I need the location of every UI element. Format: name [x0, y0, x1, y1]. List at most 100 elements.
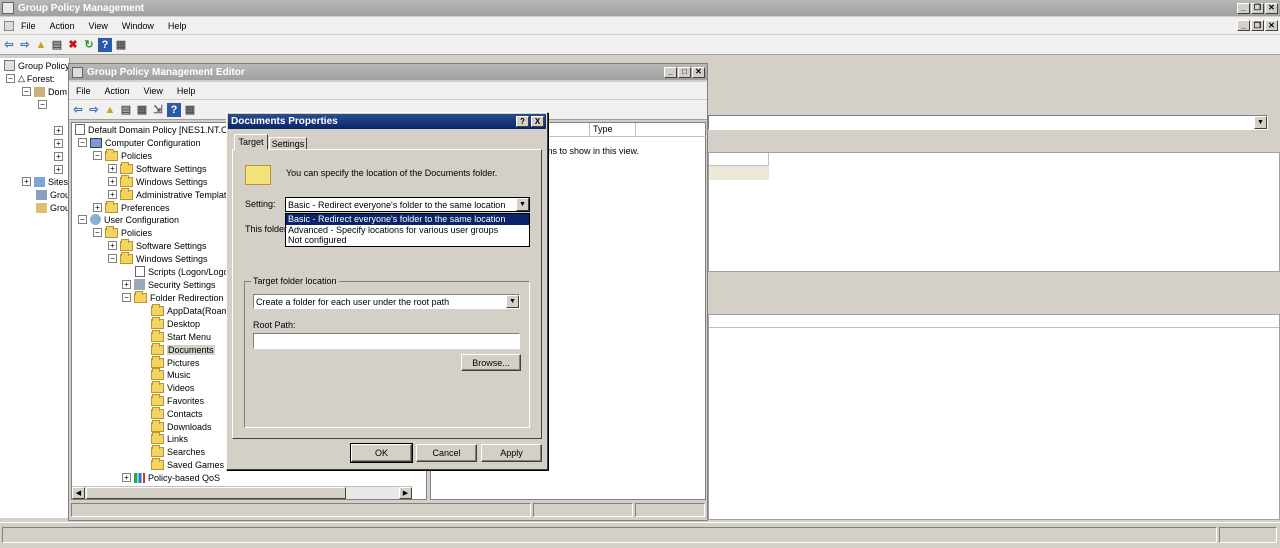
tree-item-user-configuration[interactable]: − User Configuration — [78, 213, 179, 226]
menu-window[interactable]: Window — [115, 21, 161, 31]
tree-item-windows-settings[interactable]: + Windows Settings — [108, 174, 208, 188]
dropdown-arrow-icon[interactable]: ▼ — [516, 198, 529, 211]
editor-minimize-button[interactable]: _ — [664, 66, 677, 78]
setting-dropdown[interactable]: Basic - Redirect everyone's folder to th… — [285, 197, 530, 212]
close-button[interactable]: ✕ — [1265, 2, 1278, 14]
main-tree-item[interactable]: + — [54, 124, 66, 137]
menu-help[interactable]: Help — [161, 21, 194, 31]
expand-icon[interactable]: + — [54, 139, 63, 148]
dialog-help-button[interactable]: ? — [516, 116, 529, 127]
target-dropdown[interactable]: Create a folder for each user under the … — [253, 294, 520, 309]
editor-close-button[interactable]: ✕ — [692, 66, 705, 78]
main-tree-item[interactable]: Grou — [36, 188, 70, 201]
expand-icon[interactable]: + — [122, 473, 131, 482]
cancel-button[interactable]: Cancel — [416, 444, 477, 462]
collapse-icon[interactable]: − — [22, 87, 31, 96]
apply-button[interactable]: Apply — [481, 444, 542, 462]
tree-item-documents[interactable]: Documents — [151, 342, 215, 356]
help-icon[interactable]: ? — [98, 37, 112, 52]
combo-arrow-icon[interactable]: ▼ — [1254, 116, 1267, 129]
tree-item-security-settings[interactable]: + Security Settings — [122, 278, 216, 291]
menu-file[interactable]: File — [14, 21, 43, 31]
up-folder-icon[interactable]: ▲ — [103, 103, 117, 117]
dialog-close-button[interactable]: X — [531, 116, 544, 127]
tree-item-start-menu[interactable]: Start Menu — [151, 329, 211, 343]
ok-button[interactable]: OK — [350, 443, 413, 463]
collapse-icon[interactable]: − — [78, 138, 87, 147]
collapse-icon[interactable]: − — [108, 254, 117, 263]
expand-icon[interactable]: + — [122, 280, 131, 289]
back-icon[interactable]: ⇦ — [71, 103, 85, 117]
main-tree-item[interactable]: + — [54, 137, 66, 150]
dropdown-arrow-icon[interactable]: ▼ — [506, 295, 519, 308]
main-tree-item[interactable]: Grou — [36, 201, 70, 214]
main-tree-item[interactable]: + — [54, 150, 66, 163]
expand-icon[interactable]: + — [54, 165, 63, 174]
option-basic[interactable]: Basic - Redirect everyone's folder to th… — [286, 214, 529, 225]
option-not-configured[interactable]: Not configured — [286, 235, 529, 245]
tab-target[interactable]: Target — [234, 134, 268, 150]
main-combo[interactable]: ▼ — [708, 115, 1268, 130]
expand-icon[interactable]: + — [93, 203, 102, 212]
tree-item-saved-games[interactable]: Saved Games — [151, 457, 224, 471]
up-folder-icon[interactable]: ▲ — [34, 38, 48, 52]
expand-icon[interactable]: + — [108, 241, 117, 250]
main-tree-item[interactable]: − △ Forest: — [6, 72, 55, 85]
tree-item-policies[interactable]: − Policies — [93, 148, 152, 162]
minimize-button[interactable]: _ — [1237, 2, 1250, 14]
menu-action[interactable]: Action — [43, 21, 82, 31]
main-tree-item[interactable]: − — [38, 98, 50, 111]
tree-item-software-settings[interactable]: + Software Settings — [108, 161, 207, 175]
forward-icon[interactable]: ⇨ — [87, 103, 101, 117]
refresh-icon[interactable]: ↻ — [82, 38, 96, 52]
scroll-thumb[interactable] — [86, 487, 346, 499]
editor-hscrollbar[interactable]: ◀ ▶ — [72, 486, 412, 499]
tree-item-software-settings[interactable]: + Software Settings — [108, 238, 207, 252]
expand-icon[interactable]: + — [22, 177, 31, 186]
tree-item-policy-based-qos[interactable]: + Policy-based QoS — [122, 471, 220, 484]
tree-item-policies[interactable]: − Policies — [93, 225, 152, 239]
view-icon[interactable]: ▦ — [183, 103, 197, 117]
tree-item-desktop[interactable]: Desktop — [151, 316, 200, 330]
back-icon[interactable]: ⇦ — [2, 38, 16, 52]
tree-item-scripts[interactable]: Scripts (Logon/Logo — [135, 265, 229, 278]
restore-button[interactable]: ❐ — [1251, 2, 1264, 14]
collapse-icon[interactable]: − — [93, 228, 102, 237]
option-advanced[interactable]: Advanced - Specify locations for various… — [286, 225, 529, 235]
tree-item-appdata[interactable]: AppData(Roam — [151, 303, 229, 317]
root-path-input[interactable] — [253, 333, 520, 349]
properties-icon[interactable]: ▦ — [114, 38, 128, 52]
expand-icon[interactable]: + — [108, 164, 117, 173]
tree-item-folder-redirection[interactable]: − Folder Redirection — [122, 290, 224, 304]
main-tree-item[interactable]: − Dom — [22, 85, 67, 98]
properties-icon[interactable]: ▦ — [135, 103, 149, 117]
show-hide-tree-icon[interactable]: ▤ — [119, 103, 133, 117]
menu-view[interactable]: View — [82, 21, 115, 31]
expand-icon[interactable]: + — [54, 126, 63, 135]
editor-menu-help[interactable]: Help — [170, 86, 203, 96]
column-type[interactable]: Type — [590, 123, 636, 136]
collapse-icon[interactable]: − — [93, 151, 102, 160]
editor-menu-file[interactable]: File — [69, 86, 98, 96]
tree-item-windows-settings[interactable]: − Windows Settings — [108, 251, 208, 265]
child-close-button[interactable]: ✕ — [1265, 20, 1278, 31]
expand-icon[interactable]: + — [108, 177, 117, 186]
tree-item-default-domain-policy[interactable]: Default Domain Policy [NES1.NT.CC — [75, 123, 234, 136]
tree-item-videos[interactable]: Videos — [151, 380, 194, 394]
collapse-icon[interactable]: − — [6, 74, 15, 83]
tree-item-favorites[interactable]: Favorites — [151, 393, 204, 407]
scroll-left-icon[interactable]: ◀ — [72, 487, 85, 499]
help-icon[interactable]: ? — [167, 102, 181, 117]
forward-icon[interactable]: ⇨ — [18, 38, 32, 52]
delete-icon[interactable]: ✖ — [66, 38, 80, 52]
expand-icon[interactable]: + — [54, 152, 63, 161]
tree-item-searches[interactable]: Searches — [151, 444, 205, 458]
main-tree-item[interactable]: Group Policy — [4, 59, 70, 72]
show-hide-tree-icon[interactable]: ▤ — [50, 38, 64, 52]
child-minimize-button[interactable]: _ — [1237, 20, 1250, 31]
export-icon[interactable]: ⇲ — [151, 103, 165, 117]
collapse-icon[interactable]: − — [78, 215, 87, 224]
tree-item-computer-configuration[interactable]: − Computer Configuration — [78, 136, 201, 149]
tree-item-links[interactable]: Links — [151, 431, 188, 445]
tree-item-music[interactable]: Music — [151, 367, 191, 381]
